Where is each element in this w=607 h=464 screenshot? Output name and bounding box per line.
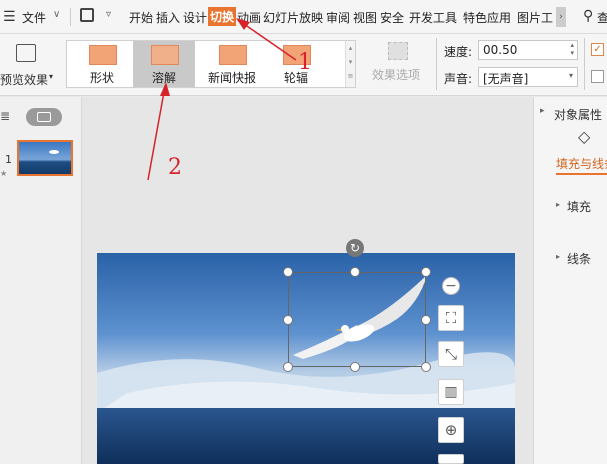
tab-features[interactable]: 特色应用 — [463, 9, 511, 26]
resize-handle[interactable] — [421, 267, 431, 277]
hamburger-icon[interactable]: ☰ — [3, 9, 16, 25]
transition-newsflash[interactable]: 新闻快报 — [199, 41, 265, 87]
chevron-down-icon[interactable]: ▿ — [106, 9, 111, 20]
chevron-down-icon[interactable]: ∨ — [53, 9, 60, 20]
scroll-right-icon[interactable]: › — [556, 7, 566, 27]
tab-fill-line[interactable]: 填充与线条 — [556, 155, 607, 172]
chevron-down-icon: ▾ — [568, 71, 573, 80]
resize-handle[interactable] — [350, 362, 360, 372]
tab-slideshow[interactable]: 幻灯片放映 — [263, 9, 323, 26]
search-label[interactable]: 查 — [597, 9, 607, 26]
transition-label: 溶解 — [151, 71, 176, 85]
slide-view-icon — [37, 112, 51, 122]
crop-icon[interactable]: ⛶ — [438, 305, 464, 331]
resize-handle[interactable] — [283, 315, 293, 325]
slides-panel: ≣ 1 ★ — [0, 97, 82, 464]
transition-gallery: 形状 溶解 新闻快报 轮辐 ▴ ▾ ≡ — [66, 40, 356, 88]
tab-transitions[interactable]: 切换 — [208, 7, 237, 26]
checkbox-checked[interactable]: ✓ — [591, 43, 604, 56]
transition-wheel[interactable]: 轮辐 — [265, 41, 327, 87]
transition-label: 新闻快报 — [207, 71, 256, 85]
properties-panel: 对象属性 ▸ ◇ 填充与线条 ▸ 填充 ▸ 线条 — [533, 97, 607, 464]
chevron-down-icon: ▾ — [49, 72, 54, 81]
search-icon[interactable]: ⚲ — [583, 8, 593, 24]
effect-options-label: 效果选项 — [372, 68, 421, 82]
stepper-icon[interactable]: ▴ ▾ — [570, 41, 574, 57]
outline-list-icon[interactable]: ≣ — [0, 109, 10, 123]
transition-star-icon: ★ — [0, 169, 8, 178]
sound-select[interactable]: [无声音] ▾ — [478, 67, 578, 87]
section-fill[interactable]: 填充 — [567, 198, 591, 215]
section-line[interactable]: 线条 — [567, 250, 591, 267]
dissolve-thumb-icon — [151, 45, 179, 65]
resize-image-icon[interactable]: ⤡ — [438, 341, 464, 367]
gallery-scrollbar[interactable]: ▴ ▾ ≡ — [345, 41, 355, 87]
checkbox-unchecked[interactable] — [591, 70, 604, 83]
annotation-step-1: 1 — [298, 50, 312, 75]
resize-handle[interactable] — [283, 362, 293, 372]
preview-button[interactable]: 预览效果 ▾ — [0, 38, 58, 90]
speed-label: 速度: — [444, 45, 473, 59]
arrange-icon[interactable]: ▥ — [438, 379, 464, 405]
tab-developer[interactable]: 开发工具 — [409, 9, 457, 26]
slide-thumbnail[interactable] — [17, 140, 73, 176]
speed-field[interactable]: 00.50 ▴ ▾ — [478, 40, 578, 60]
tab-animation[interactable]: 动画 — [237, 9, 261, 26]
annotation-step-2: 2 — [168, 155, 182, 180]
shape-thumb-icon — [89, 45, 117, 65]
transition-label: 形状 — [89, 71, 114, 85]
slides-view-toggle[interactable] — [26, 108, 62, 126]
tab-insert[interactable]: 插入 — [156, 9, 180, 26]
seagull-thumb — [49, 150, 59, 154]
save-icon[interactable] — [80, 8, 94, 22]
preview-icon — [16, 44, 36, 62]
chevron-right-icon[interactable]: ▸ — [556, 252, 560, 261]
zoom-in-icon[interactable]: ⊕ — [438, 417, 464, 443]
chevron-right-icon[interactable]: ▸ — [556, 200, 560, 209]
effect-options-button[interactable]: 效果选项 — [366, 40, 430, 88]
resize-handle[interactable] — [283, 267, 293, 277]
newsflash-thumb-icon — [219, 45, 247, 65]
sound-label: 声音: — [444, 72, 473, 86]
resize-handle[interactable] — [350, 267, 360, 277]
menu-bar: ☰ 文件 ∨ ▿ 开始 插入 设计 切换 动画 幻灯片放映 审阅 视图 安全 开… — [0, 0, 607, 34]
speed-value: 00.50 — [483, 43, 518, 57]
panel-menu-icon[interactable]: ▸ — [540, 106, 545, 116]
transition-shape[interactable]: 形状 — [71, 41, 133, 87]
tab-underline — [556, 173, 607, 175]
resize-handle[interactable] — [421, 315, 431, 325]
tab-view[interactable]: 视图 — [353, 9, 377, 26]
tab-home[interactable]: 开始 — [129, 9, 153, 26]
more-tools-icon[interactable] — [438, 454, 464, 464]
menu-file[interactable]: 文件 — [22, 9, 46, 26]
collapse-minus-icon[interactable]: − — [442, 277, 460, 295]
panel-title: 对象属性 — [554, 108, 603, 122]
tab-picture-tools[interactable]: 图片工 — [517, 9, 553, 26]
tab-review[interactable]: 审阅 — [326, 9, 350, 26]
transition-label: 轮辐 — [283, 71, 308, 85]
sound-value: [无声音] — [483, 72, 529, 86]
resize-handle[interactable] — [421, 362, 431, 372]
fill-line-icon[interactable]: ◇ — [578, 127, 590, 146]
image-selection-box[interactable] — [288, 272, 426, 367]
tab-design[interactable]: 设计 — [183, 9, 207, 26]
transition-dissolve[interactable]: 溶解 — [133, 41, 195, 87]
tab-security[interactable]: 安全 — [380, 9, 404, 26]
rotate-handle-icon[interactable]: ↻ — [346, 239, 364, 257]
preview-label: 预览效果 — [0, 73, 49, 87]
effect-options-icon — [388, 42, 408, 60]
slide-number: 1 — [5, 153, 12, 166]
